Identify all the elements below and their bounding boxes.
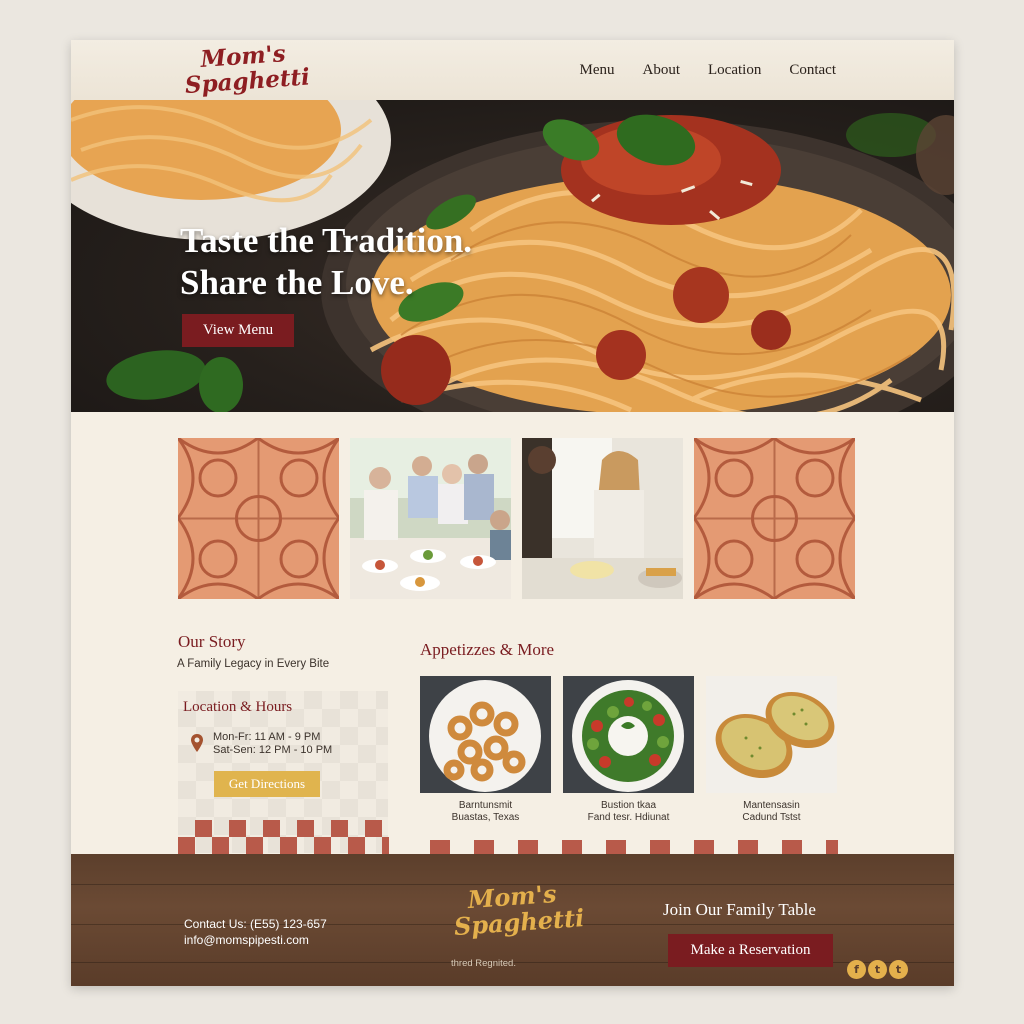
nav-about[interactable]: About (643, 62, 681, 79)
garlic-bread-photo (706, 676, 837, 793)
get-directions-button[interactable]: Get Directions (214, 771, 320, 797)
cooking-photo (522, 438, 683, 599)
appetizers-title: Appetizzes & More (420, 640, 555, 659)
footer-brand-line2: Spaghetti (453, 903, 586, 942)
twitter-icon[interactable]: t (868, 960, 887, 979)
view-menu-button[interactable]: View Menu (182, 314, 294, 347)
social-links: f t t (847, 960, 908, 979)
family-dinner-photo (350, 438, 511, 599)
hero-title-line2: Share the Love. (180, 263, 414, 302)
appetizer-3-line2: Cadund Tstst (742, 812, 801, 823)
main-nav: Menu About Location Contact (580, 62, 836, 79)
appetizer-caption-2: Bustion tkaa Fand tesr. Hdiunat (563, 800, 694, 824)
site-header: Mom's Spaghetti Menu About Location Cont… (71, 40, 954, 101)
twitter-icon[interactable]: t (889, 960, 908, 979)
footer-logo[interactable]: Mom's Spaghetti (451, 879, 586, 942)
appetizer-3-line1: Mantensasin (743, 800, 800, 811)
site-footer: Contact Us: (E55) 123-657 info@momspipes… (71, 854, 954, 986)
nav-location[interactable]: Location (708, 62, 761, 79)
footer-contact: Contact Us: (E55) 123-657 info@momspipes… (184, 916, 327, 948)
appetizer-caption-3: Mantensasin Cadund Tstst (706, 800, 837, 824)
facebook-icon[interactable]: f (847, 960, 866, 979)
footer-email[interactable]: info@momspipesti.com (184, 932, 327, 948)
nav-menu[interactable]: Menu (580, 62, 615, 79)
hero-title: Taste the Tradition. Share the Love. (180, 220, 472, 304)
appetizer-caption-1: Barntunsmit Buastas, Texas (420, 800, 551, 824)
location-title: Location & Hours (183, 699, 293, 715)
gallery-row (178, 438, 855, 599)
decorative-tile-right (694, 438, 855, 599)
hours-weekend: Sat-Sen: 12 PM - 10 PM (213, 744, 333, 756)
appetizer-2-line1: Bustion tkaa (600, 800, 657, 811)
join-family-title: Join Our Family Table (663, 900, 816, 919)
our-story-title: Our Story (178, 632, 246, 651)
caprese-salad-photo (563, 676, 694, 793)
footer-phone: Contact Us: (E55) 123-657 (184, 917, 327, 931)
make-reservation-button[interactable]: Make a Reservation (668, 934, 833, 967)
appetizer-1-line1: Barntunsmit (458, 800, 513, 811)
appetizer-2-line2: Fand tesr. Hdiunat (587, 812, 670, 823)
nav-contact[interactable]: Contact (789, 62, 836, 79)
our-story-subtitle: A Family Legacy in Every Bite (177, 658, 330, 670)
calamari-photo (420, 676, 551, 793)
page: Mom's Spaghetti Menu About Location Cont… (71, 40, 954, 986)
footer-rights: thred Regnited. (451, 958, 516, 969)
hero-banner: Taste the Tradition. Share the Love. Vie… (71, 100, 954, 412)
brand-logo[interactable]: Mom's Spaghetti (182, 40, 311, 99)
decorative-tile-left (178, 438, 339, 599)
appetizer-1-line2: Buastas, Texas (451, 812, 520, 823)
hours-weekday: Mon-Fr: 11 AM - 9 PM (213, 731, 321, 743)
map-pin-icon (191, 734, 203, 752)
hero-title-line1: Taste the Tradition. (180, 221, 473, 260)
checker-border-left (178, 820, 389, 854)
